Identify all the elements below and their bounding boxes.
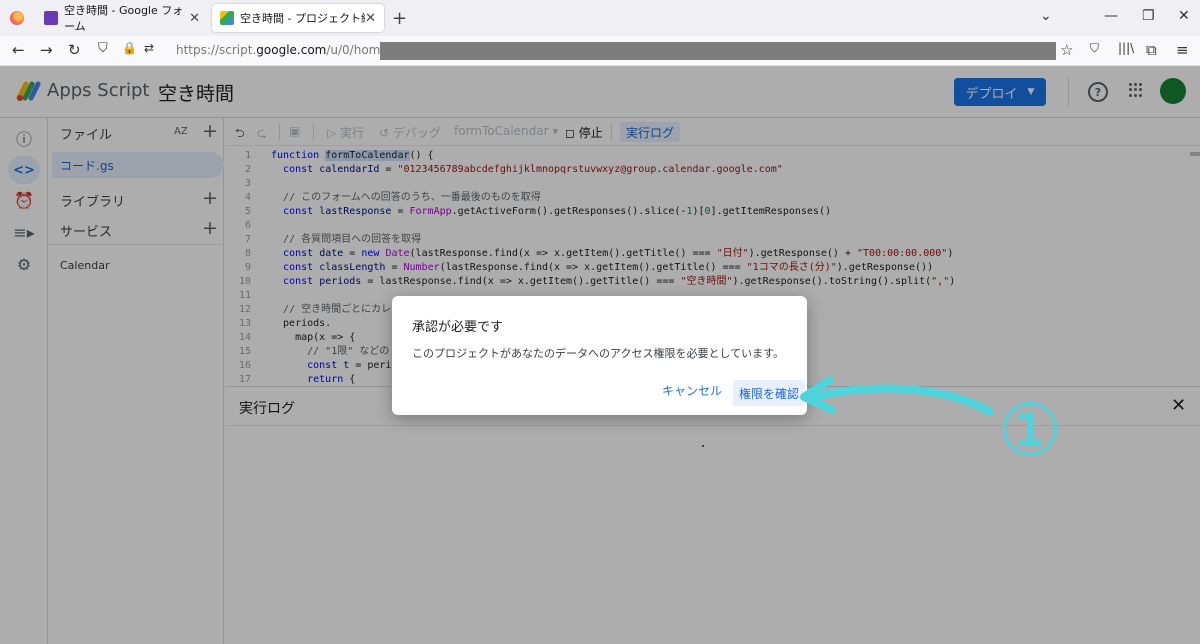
tab-title: 空き時間 - Google フォーム [64, 4, 184, 33]
cancel-button[interactable]: キャンセル [662, 382, 722, 399]
chevron-down-icon[interactable]: ⌄ [1040, 8, 1052, 24]
dialog-title: 承認が必要です [412, 320, 504, 335]
close-icon[interactable]: ✕ [189, 11, 200, 26]
back-icon[interactable]: ← [12, 41, 25, 59]
shield-icon[interactable]: ⛉ [98, 41, 108, 56]
close-icon[interactable]: ✕ [365, 11, 376, 26]
browser-nav-bar: ← → ↻ ⛉ 🔒 ⇄ https://script.google.com/u/… [0, 36, 1200, 66]
permissions-icon[interactable]: ⇄ [144, 41, 154, 55]
browser-tab-strip: 空き時間 - Google フォーム ✕ 空き時間 - プロジェクト編集者 - … [0, 0, 1200, 36]
menu-icon[interactable]: ≡ [1176, 41, 1189, 59]
url-prefix: https://script. [176, 43, 257, 57]
lock-icon[interactable]: 🔒 [122, 41, 137, 55]
extensions-icon[interactable]: ⧉ [1146, 41, 1157, 59]
reload-icon[interactable]: ↻ [68, 41, 81, 59]
authorization-dialog: 承認が必要です このプロジェクトがあなたのデータへのアクセス権限を必要としていま… [392, 296, 807, 415]
firefox-view-tab[interactable] [4, 4, 30, 32]
firefox-icon [10, 11, 24, 25]
minimize-icon[interactable]: — [1104, 8, 1118, 24]
url-domain: google.com [256, 43, 327, 57]
apps-script-icon [220, 11, 234, 25]
window-close-icon[interactable]: ✕ [1178, 8, 1190, 24]
tab-title: 空き時間 - プロジェクト編集者 - Apps Script [240, 12, 365, 25]
new-tab-icon[interactable]: + [392, 8, 407, 29]
forward-icon[interactable]: → [40, 41, 53, 59]
bookmark-star-icon[interactable]: ☆ [1060, 41, 1073, 59]
google-forms-icon [44, 11, 58, 25]
browser-tab-forms[interactable]: 空き時間 - Google フォーム ✕ [36, 4, 208, 33]
library-icon[interactable]: |||\ [1118, 41, 1134, 55]
restore-icon[interactable]: ❐ [1142, 8, 1155, 24]
dialog-message: このプロジェクトがあなたのデータへのアクセス権限を必要としています。 [412, 347, 785, 360]
pocket-icon[interactable]: ⛉ [1090, 41, 1099, 56]
url-redaction [380, 42, 1056, 60]
review-permissions-button[interactable]: 権限を確認 [733, 380, 806, 406]
browser-tab-apps-script[interactable]: 空き時間 - プロジェクト編集者 - Apps Script ✕ [212, 4, 384, 32]
